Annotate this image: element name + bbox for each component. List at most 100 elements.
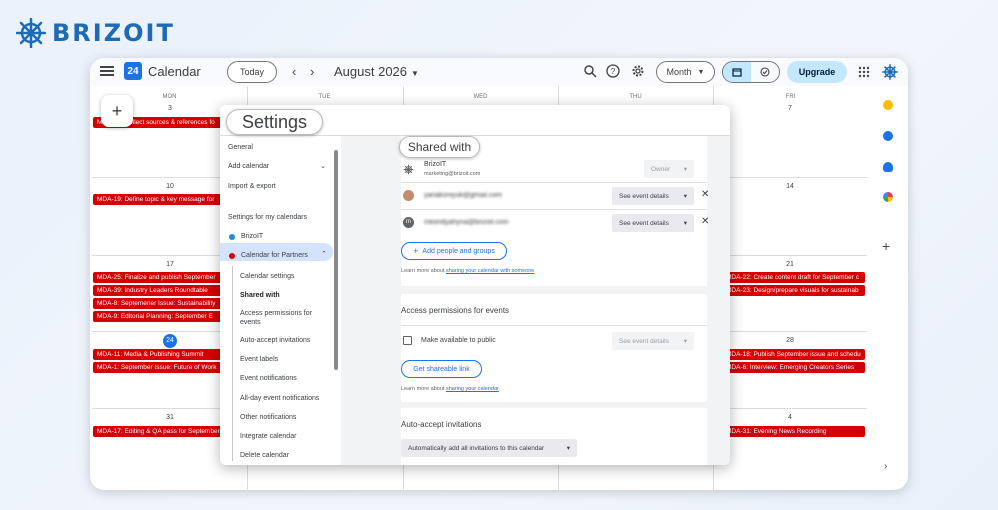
event-chip[interactable]: MDA-17: Editing & QA pass for September xyxy=(93,426,228,437)
access-help-link[interactable]: sharing your calendar xyxy=(446,386,499,392)
user-permission-select[interactable]: See event details ▾ xyxy=(612,214,694,232)
nav-calendar-brizoit[interactable]: BrizoIT xyxy=(241,233,263,240)
weekday-header: THU xyxy=(629,94,642,100)
nav-integrate-calendar[interactable]: Integrate calendar xyxy=(240,432,328,441)
divider xyxy=(401,182,707,183)
current-period[interactable]: August 2026 ▼ xyxy=(334,64,419,79)
main-menu-button[interactable] xyxy=(100,64,114,78)
check-circle-icon xyxy=(760,67,770,77)
nav-import-export[interactable]: Import & export xyxy=(228,183,276,190)
event-chip[interactable]: MDA-22: Create content draft for Septemb… xyxy=(722,272,865,283)
divider xyxy=(232,266,233,461)
add-people-label: Add people and groups xyxy=(422,247,495,255)
create-button[interactable]: + xyxy=(101,95,133,127)
event-chip[interactable]: MDA-9: Editorial Planning: September E xyxy=(93,311,228,322)
chevron-down-icon[interactable]: ⌄ xyxy=(320,162,326,170)
event-chip[interactable]: MDA-11: Media & Publishing Summit xyxy=(93,349,228,360)
search-icon[interactable] xyxy=(583,64,597,78)
sharing-help-text: Learn more about sharing your calendar w… xyxy=(401,268,534,274)
today-day-number[interactable]: 24 xyxy=(163,334,177,348)
remove-user-icon[interactable]: ✕ xyxy=(701,189,709,200)
day-number[interactable]: 17 xyxy=(160,258,180,272)
nav-all-day-notifications[interactable]: All-day event notifications xyxy=(240,394,328,403)
event-chip[interactable]: MDA-31: Evening News Recording xyxy=(722,426,865,437)
shared-with-card: BrizoIT marketing@brizoit.com Owner ▾ yan… xyxy=(401,136,709,286)
my-calendars-header: Settings for my calendars xyxy=(228,214,307,221)
nav-auto-accept[interactable]: Auto-accept invitations xyxy=(240,336,328,345)
apps-grid-icon[interactable] xyxy=(858,66,870,78)
nav-calendar-partners-label: Calendar for Partners xyxy=(241,252,308,259)
help-icon[interactable]: ? xyxy=(606,64,620,78)
owner-name: BrizoIT xyxy=(424,161,447,168)
nav-calendar-settings[interactable]: Calendar settings xyxy=(240,272,328,281)
ship-wheel-icon xyxy=(16,18,46,48)
calendar-color-dot xyxy=(229,253,235,259)
view-label: Month xyxy=(666,67,692,77)
settings-sidebar: General Add calendar ⌄ Import & export S… xyxy=(220,136,340,465)
remove-user-icon[interactable]: ✕ xyxy=(701,216,709,227)
contacts-icon[interactable] xyxy=(883,162,893,172)
access-permissions-card: Access permissions for events Make avail… xyxy=(401,294,707,402)
nav-general[interactable]: General xyxy=(228,144,253,151)
account-avatar[interactable] xyxy=(881,63,899,81)
tasks-view-toggle[interactable] xyxy=(751,62,779,82)
event-chip[interactable]: MDA-6: Interview: Emerging Creators Seri… xyxy=(722,362,865,373)
public-checkbox[interactable] xyxy=(403,336,412,345)
weekday-header: TUE xyxy=(318,94,331,100)
caret-down-icon: ▾ xyxy=(683,338,687,345)
calendar-view-toggle[interactable] xyxy=(723,62,751,82)
nav-add-calendar[interactable]: Add calendar xyxy=(228,163,269,170)
event-chip[interactable]: MDA-1: September Issue: Future of Work xyxy=(93,362,228,373)
day-number[interactable]: 14 xyxy=(780,180,800,194)
app-title: Calendar xyxy=(148,64,201,79)
view-selector[interactable]: Month ▼ xyxy=(656,61,715,83)
event-chip[interactable]: MDA-8: Septemener Issue: Sustainability xyxy=(93,298,228,309)
add-people-button[interactable]: + Add people and groups xyxy=(401,242,507,260)
keep-icon[interactable] xyxy=(883,100,893,110)
event-chip[interactable]: MDA-19: Define topic & key message for xyxy=(93,194,228,205)
chevron-up-icon[interactable]: ⌃ xyxy=(321,250,327,258)
today-button[interactable]: Today xyxy=(227,61,277,83)
nav-event-notifications[interactable]: Event notifications xyxy=(240,374,328,383)
tasks-icon[interactable] xyxy=(883,131,893,141)
next-period-button[interactable]: › xyxy=(310,64,314,79)
event-chip[interactable]: MDA-18: Publish September issue and sche… xyxy=(722,349,865,360)
event-chip[interactable]: MDA-39: Industry Leaders Roundtable xyxy=(93,285,228,296)
maps-icon[interactable] xyxy=(883,192,893,202)
day-number[interactable]: 4 xyxy=(780,411,800,425)
nav-event-labels[interactable]: Event labels xyxy=(240,355,328,364)
settings-title: Settings xyxy=(226,109,323,135)
day-number[interactable]: 3 xyxy=(160,102,180,116)
sidebar-scrollbar[interactable] xyxy=(334,150,338,370)
previous-period-button[interactable]: ‹ xyxy=(292,64,296,79)
weekday-header: FRI xyxy=(785,94,796,100)
user-role: See event details xyxy=(619,192,669,200)
day-number[interactable]: 21 xyxy=(780,258,800,272)
nav-other-notifications[interactable]: Other notifications xyxy=(240,413,328,422)
note-prefix: Learn more about xyxy=(401,386,446,392)
access-permissions-title: Access permissions for events xyxy=(401,306,510,315)
caret-down-icon: ▾ xyxy=(683,166,687,173)
nav-access-permissions[interactable]: Access permissions for events xyxy=(240,309,328,327)
nav-shared-with[interactable]: Shared with xyxy=(240,291,328,300)
public-role: See event details xyxy=(619,337,669,345)
chevron-right-icon[interactable]: › xyxy=(884,461,887,472)
day-number[interactable]: 10 xyxy=(160,180,180,194)
auto-accept-select[interactable]: Automatically add all invitations to thi… xyxy=(401,439,577,457)
public-label: Make available to public xyxy=(421,337,496,344)
sharing-help-link[interactable]: sharing your calendar with someone xyxy=(446,268,534,274)
shareable-link-button[interactable]: Get shareable link xyxy=(401,360,482,378)
upgrade-button[interactable]: Upgrade xyxy=(787,61,847,83)
gear-icon[interactable] xyxy=(631,64,645,78)
user-permission-select[interactable]: See event details ▾ xyxy=(612,187,694,205)
event-chip[interactable]: MDA-23: Design/prepare visuals for susta… xyxy=(722,285,865,296)
day-number[interactable]: 7 xyxy=(780,102,800,116)
add-addon-icon[interactable]: + xyxy=(882,238,890,254)
day-number[interactable]: 31 xyxy=(160,411,180,425)
day-number[interactable]: 28 xyxy=(780,334,800,348)
event-chip[interactable]: MDA-25: Finalize and publish September xyxy=(93,272,228,283)
divider xyxy=(401,209,707,210)
view-toggle xyxy=(722,61,780,83)
access-help-text: Learn more about sharing your calendar xyxy=(401,386,499,392)
nav-delete-calendar[interactable]: Delete calendar xyxy=(240,451,328,460)
